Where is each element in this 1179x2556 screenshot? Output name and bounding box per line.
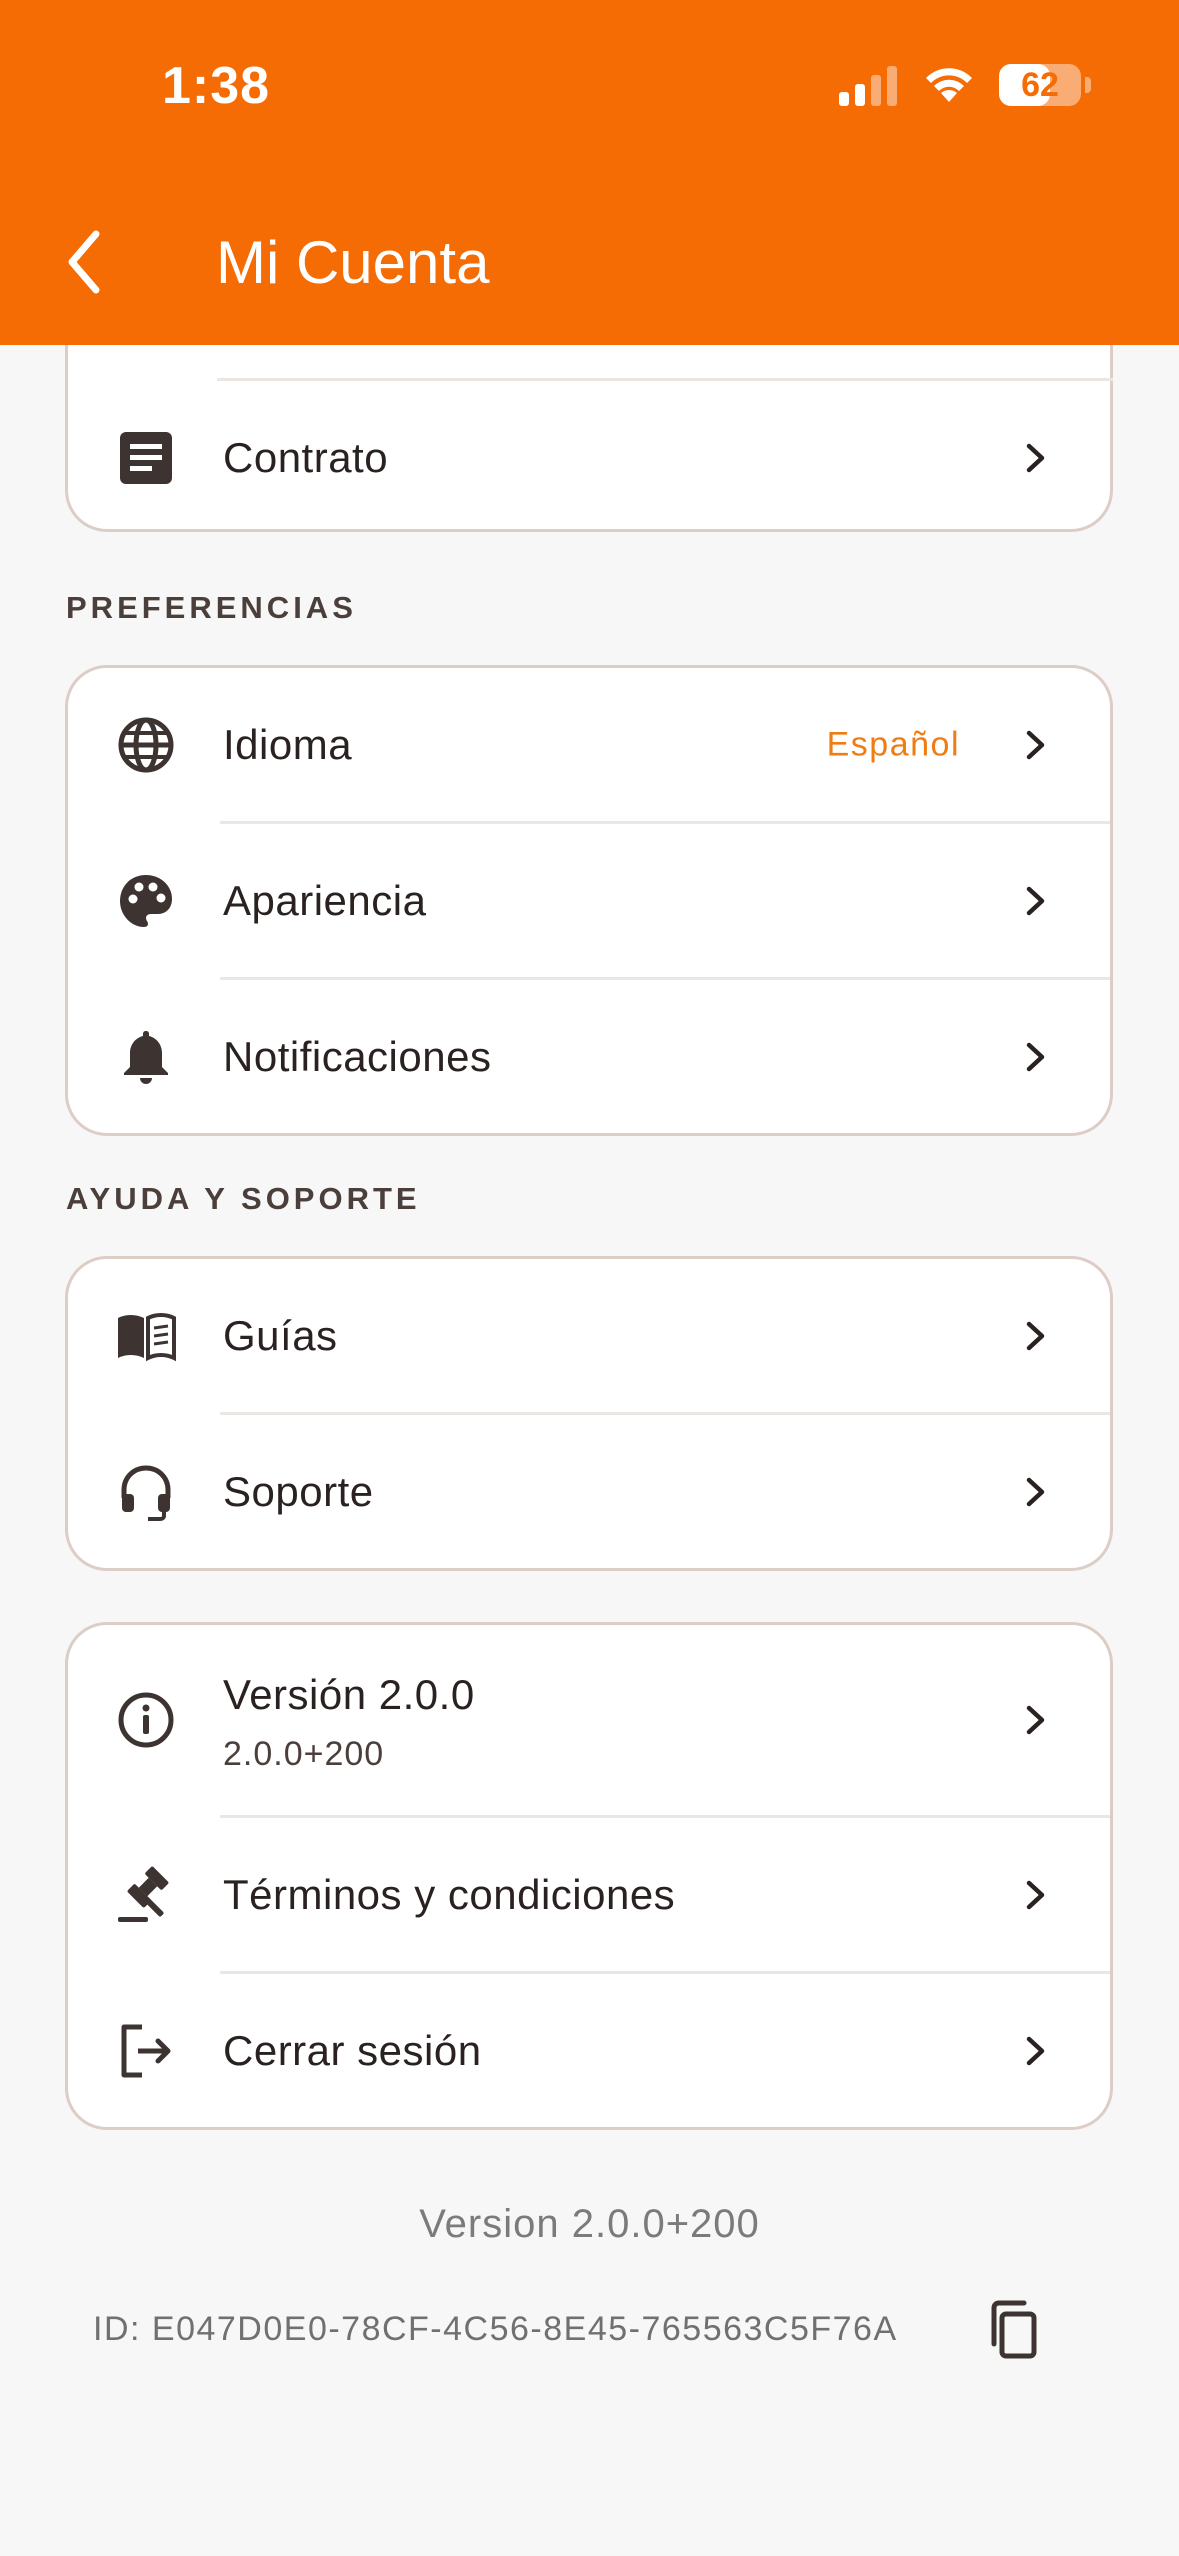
battery-level: 62	[1021, 66, 1059, 104]
section-title-preferences: PREFERENCIAS	[66, 590, 357, 625]
menu-item-apariencia[interactable]: Apariencia	[68, 824, 1110, 977]
menu-item-label: Versión 2.0.0	[223, 1671, 475, 1718]
logout-icon	[121, 2024, 171, 2077]
bell-icon	[124, 1030, 168, 1084]
book-icon	[118, 1312, 176, 1361]
chevron-right-icon	[1026, 886, 1045, 915]
menu-item-notificaciones[interactable]: Notificaciones	[68, 980, 1110, 1133]
chevron-right-icon	[1026, 1880, 1045, 1909]
version-build: 2.0.0+200	[223, 1735, 385, 1773]
menu-item-label: Contrato	[223, 433, 389, 481]
wifi-icon	[926, 68, 972, 102]
menu-item-cerrar-sesion[interactable]: Cerrar sesión	[68, 1974, 1110, 2127]
gavel-icon	[118, 1866, 169, 1922]
menu-item-label: Guías	[223, 1311, 338, 1359]
device-id: ID: E047D0E0-78CF-4C56-8E45-765563C5F76A	[93, 2310, 898, 2348]
chevron-right-icon	[1026, 1042, 1045, 1071]
headset-icon	[121, 1464, 171, 1521]
help-card: Guías Soporte	[65, 1256, 1113, 1571]
menu-item-terminos[interactable]: Términos y condiciones	[68, 1818, 1110, 1971]
copy-icon[interactable]	[984, 2298, 1044, 2362]
divider	[217, 378, 1113, 381]
section-title-help: AYUDA Y SOPORTE	[66, 1181, 421, 1216]
chevron-right-icon	[1026, 730, 1045, 759]
chevron-right-icon	[1026, 2036, 1045, 2065]
footer-version: Version 2.0.0+200	[419, 2202, 760, 2246]
palette-icon	[120, 874, 172, 927]
chevron-right-icon	[1026, 1321, 1045, 1350]
menu-item-idioma[interactable]: Idioma Español	[68, 668, 1110, 821]
menu-item-contrato[interactable]: Contrato	[68, 381, 1110, 529]
menu-item-soporte[interactable]: Soporte	[68, 1415, 1110, 1568]
menu-item-label: Términos y condiciones	[223, 1870, 676, 1918]
menu-item-label: Notificaciones	[223, 1032, 492, 1080]
menu-item-version[interactable]: Versión 2.0.0 2.0.0+200	[68, 1625, 1110, 1815]
chevron-right-icon	[1026, 443, 1045, 472]
info-icon	[118, 1692, 174, 1748]
preferences-card: Idioma Español Apariencia Notificaciones	[65, 665, 1113, 1136]
signal-icon	[839, 66, 897, 106]
language-value: Español	[826, 725, 960, 763]
menu-item-label: Cerrar sesión	[223, 2026, 482, 2074]
back-button[interactable]	[58, 222, 110, 302]
document-icon	[120, 431, 172, 484]
menu-item-label: Soporte	[223, 1467, 374, 1515]
chevron-right-icon	[1026, 1705, 1045, 1735]
battery-icon: 62	[999, 64, 1091, 106]
menu-item-label: Idioma	[223, 720, 353, 768]
page-title: Mi Cuenta	[216, 229, 490, 296]
about-card: Versión 2.0.0 2.0.0+200 Términos y condi…	[65, 1622, 1113, 2130]
globe-icon	[118, 717, 174, 772]
app-header: 1:38 62 Mi Cuenta	[0, 0, 1179, 345]
menu-item-guias[interactable]: Guías	[68, 1259, 1110, 1412]
menu-item-label: Apariencia	[223, 876, 427, 924]
status-time: 1:38	[162, 57, 271, 115]
chevron-right-icon	[1026, 1477, 1045, 1506]
